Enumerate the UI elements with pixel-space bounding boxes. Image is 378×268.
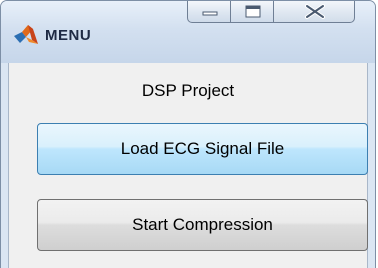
minimize-button[interactable] xyxy=(187,1,231,23)
project-heading: DSP Project xyxy=(141,81,235,100)
window-title: MENU xyxy=(45,27,92,44)
close-icon xyxy=(305,4,325,19)
client-area: DSP Project Load ECG Signal File Start C… xyxy=(8,63,368,268)
maximize-button[interactable] xyxy=(230,1,274,23)
minimize-icon xyxy=(202,11,218,16)
title-bar[interactable]: MENU xyxy=(1,1,375,63)
menu-window: MENU DSP Project Load ECG Signal File St… xyxy=(0,0,376,268)
close-button[interactable] xyxy=(273,1,355,23)
matlab-icon xyxy=(13,23,39,47)
maximize-icon xyxy=(245,5,261,18)
start-compression-button[interactable]: Start Compression xyxy=(37,199,368,251)
load-ecg-button[interactable]: Load ECG Signal File xyxy=(37,123,368,175)
caption-buttons xyxy=(187,1,375,25)
